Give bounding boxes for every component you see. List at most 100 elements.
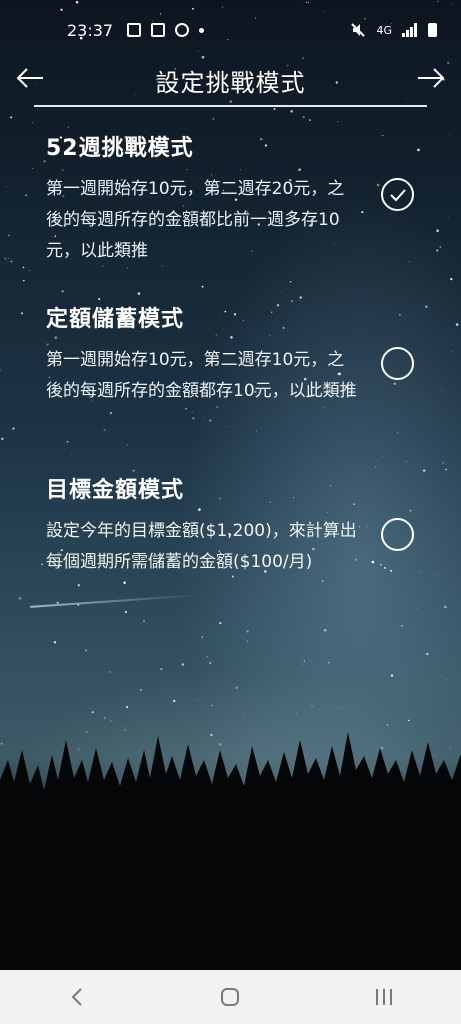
- star: [443, 605, 447, 609]
- option-description: 第一週開始存10元，第二週存20元，之後的每週所存的金額都比前一週多存10元，以…: [46, 179, 345, 261]
- star: [337, 707, 339, 709]
- star: [324, 407, 326, 408]
- star: [246, 630, 249, 633]
- star: [191, 411, 193, 413]
- radio-unselected[interactable]: [381, 518, 414, 551]
- star: [98, 298, 101, 301]
- radio-unselected[interactable]: [381, 347, 414, 380]
- star: [71, 454, 73, 456]
- star: [18, 597, 22, 600]
- star: [35, 669, 36, 670]
- star: [53, 641, 57, 644]
- star: [22, 266, 25, 269]
- star: [302, 663, 304, 665]
- system-home-button[interactable]: [200, 977, 260, 1017]
- star: [447, 216, 449, 218]
- star: [32, 122, 33, 124]
- star: [192, 417, 195, 420]
- star: [4, 257, 7, 260]
- system-back-button[interactable]: [47, 977, 107, 1017]
- star: [91, 711, 94, 714]
- star: [296, 713, 297, 715]
- recents-icon: [376, 989, 393, 1005]
- star: [426, 652, 429, 656]
- star: [61, 290, 64, 293]
- star: [442, 462, 444, 464]
- star: [126, 444, 128, 446]
- next-button[interactable]: [413, 60, 449, 96]
- star: [22, 279, 25, 282]
- star: [67, 126, 69, 128]
- star: [181, 663, 184, 666]
- star: [209, 662, 212, 664]
- star: [137, 292, 141, 295]
- arrow-right-icon: [418, 68, 445, 88]
- star: [201, 285, 204, 288]
- option-title: 定額儲蓄模式: [46, 307, 185, 332]
- star: [235, 686, 239, 690]
- star: [396, 432, 399, 434]
- star: [225, 425, 227, 427]
- app-header: 設定挑戰模式: [0, 52, 461, 108]
- arrow-left-icon: [16, 68, 43, 88]
- system-nav-bar: [0, 970, 461, 1024]
- check-icon: [389, 188, 406, 201]
- radio-selected[interactable]: [381, 178, 414, 211]
- star: [285, 107, 286, 109]
- star: [210, 704, 213, 707]
- star: [451, 350, 453, 352]
- tree-silhouette: [0, 732, 461, 970]
- star: [0, 369, 1, 372]
- star: [308, 119, 311, 122]
- star: [328, 662, 330, 664]
- network-type: 4G: [376, 23, 392, 37]
- star: [185, 408, 187, 410]
- star: [303, 660, 305, 662]
- system-recents-button[interactable]: [354, 977, 414, 1017]
- star: [417, 608, 419, 609]
- signal-icon: [402, 23, 417, 37]
- option-target-amount[interactable]: 目標金額模式 設定今年的目標金額($1,200)，來計算出每個週期所需儲蓄的金額…: [46, 472, 426, 578]
- star: [40, 563, 44, 566]
- star: [5, 186, 7, 187]
- star: [302, 116, 305, 119]
- star: [450, 278, 453, 281]
- star: [243, 716, 244, 718]
- mute-icon: [351, 23, 366, 37]
- star: [32, 168, 34, 170]
- star: [323, 628, 327, 632]
- star: [441, 390, 443, 392]
- star: [25, 194, 28, 197]
- star: [321, 580, 324, 583]
- star: [12, 427, 15, 430]
- star: [382, 456, 384, 457]
- star: [10, 116, 13, 119]
- star: [10, 260, 13, 263]
- star: [448, 134, 450, 136]
- star: [290, 281, 292, 283]
- star: [374, 465, 377, 468]
- chevron-left-icon: [71, 988, 82, 1006]
- star: [8, 257, 10, 259]
- star: [1, 437, 4, 441]
- star: [405, 461, 407, 463]
- star: [203, 417, 205, 418]
- star: [37, 108, 39, 110]
- star: [124, 610, 128, 614]
- star: [103, 428, 106, 431]
- star: [109, 671, 111, 673]
- star: [209, 419, 212, 422]
- star: [246, 640, 248, 642]
- star: [77, 584, 80, 587]
- page-title: 設定挑戰模式: [155, 68, 306, 97]
- star: [219, 622, 222, 625]
- option-fixed-savings[interactable]: 定額儲蓄模式 第一週開始存10元，第二週存10元，之後的每週所存的金額都存10元…: [46, 301, 426, 407]
- star: [201, 636, 204, 638]
- back-button[interactable]: [12, 60, 48, 96]
- star: [66, 440, 69, 443]
- star: [126, 267, 128, 269]
- option-52-week-challenge[interactable]: 52週挑戰模式 第一週開始存10元，第二週存20元，之後的每週所存的金額都比前一…: [46, 130, 426, 267]
- star: [139, 688, 142, 691]
- star: [273, 107, 276, 111]
- star: [197, 699, 199, 701]
